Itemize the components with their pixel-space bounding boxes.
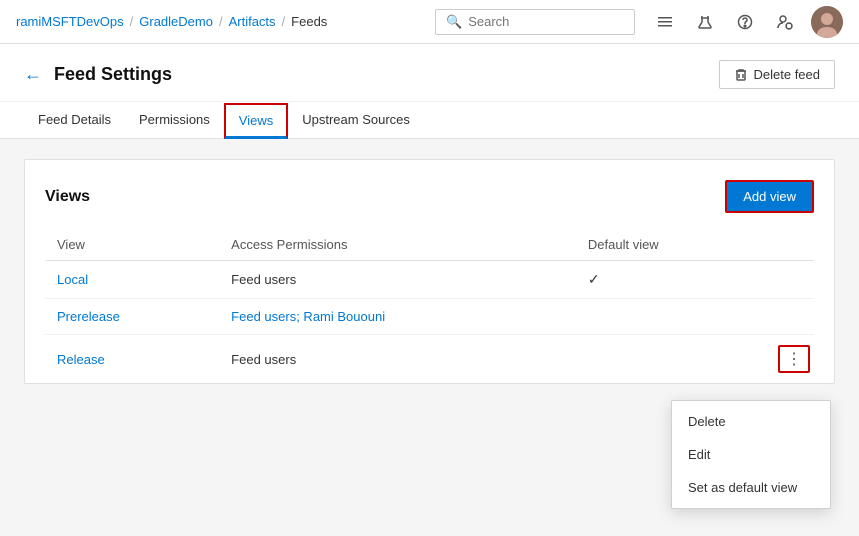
nav-icons	[651, 6, 843, 38]
delete-feed-button[interactable]: Delete feed	[719, 60, 836, 89]
table-wrapper: View Access Permissions Default view Loc…	[45, 229, 814, 383]
tab-upstream-sources[interactable]: Upstream Sources	[288, 102, 424, 139]
context-menu-delete[interactable]: Delete	[672, 405, 830, 438]
add-view-button[interactable]: Add view	[725, 180, 814, 213]
row-prerelease-view: Prerelease	[45, 299, 219, 335]
views-table: View Access Permissions Default view Loc…	[45, 229, 814, 383]
top-navigation: ramiMSFTDevOps / GradleDemo / Artifacts …	[0, 0, 859, 44]
row-prerelease-actions	[766, 299, 814, 335]
card-header: Views Add view	[45, 180, 814, 213]
row-prerelease-access: Feed users; Rami Bououni	[219, 299, 576, 335]
col-actions	[766, 229, 814, 261]
col-access: Access Permissions	[219, 229, 576, 261]
row-local-actions	[766, 261, 814, 299]
breadcrumb-item-artifacts[interactable]: Artifacts	[229, 14, 276, 29]
row-release-view: Release	[45, 335, 219, 384]
row-release-actions: ⋮	[766, 335, 814, 384]
trash-icon	[734, 68, 748, 82]
more-options-button[interactable]: ⋮	[778, 345, 810, 373]
search-box[interactable]: 🔍	[435, 9, 635, 35]
breadcrumb-sep-2: /	[219, 14, 223, 29]
context-menu: Delete Edit Set as default view	[671, 400, 831, 509]
page-title: Feed Settings	[54, 64, 172, 85]
avatar[interactable]	[811, 6, 843, 38]
views-section-title: Views	[45, 188, 90, 206]
person-settings-icon[interactable]	[771, 8, 799, 36]
breadcrumb-sep-3: /	[282, 14, 286, 29]
back-arrow-icon[interactable]: ←	[24, 64, 42, 85]
col-default: Default view	[576, 229, 766, 261]
search-input[interactable]	[468, 14, 624, 29]
row-local-default: ✓	[576, 261, 766, 299]
row-release-default	[576, 335, 766, 384]
main-content: Views Add view View Access Permissions D…	[0, 139, 859, 404]
context-menu-edit[interactable]: Edit	[672, 438, 830, 471]
tab-views[interactable]: Views	[224, 103, 288, 139]
page-title-row: ← Feed Settings	[24, 64, 172, 85]
context-menu-set-default[interactable]: Set as default view	[672, 471, 830, 504]
row-release-access: Feed users	[219, 335, 576, 384]
tabs-row: Feed Details Permissions Views Upstream …	[0, 102, 859, 139]
table-row: Prerelease Feed users; Rami Bououni	[45, 299, 814, 335]
list-icon[interactable]	[651, 8, 679, 36]
row-local-view: Local	[45, 261, 219, 299]
table-row: Local Feed users ✓	[45, 261, 814, 299]
col-view: View	[45, 229, 219, 261]
breadcrumb-sep-1: /	[130, 14, 134, 29]
breadcrumb-item-org[interactable]: ramiMSFTDevOps	[16, 14, 124, 29]
page-header: ← Feed Settings Delete feed	[0, 44, 859, 102]
tab-feed-details[interactable]: Feed Details	[24, 102, 125, 139]
breadcrumb-item-feeds: Feeds	[291, 14, 327, 29]
default-checkmark: ✓	[588, 271, 600, 287]
views-card: Views Add view View Access Permissions D…	[24, 159, 835, 384]
row-local-access: Feed users	[219, 261, 576, 299]
breadcrumb-item-project[interactable]: GradleDemo	[139, 14, 213, 29]
search-icon: 🔍	[446, 14, 462, 30]
row-prerelease-default	[576, 299, 766, 335]
delete-feed-label: Delete feed	[754, 67, 821, 82]
tab-permissions[interactable]: Permissions	[125, 102, 224, 139]
table-row: Release Feed users ⋮	[45, 335, 814, 384]
help-icon[interactable]	[731, 8, 759, 36]
beaker-icon[interactable]	[691, 8, 719, 36]
breadcrumb: ramiMSFTDevOps / GradleDemo / Artifacts …	[16, 14, 427, 29]
